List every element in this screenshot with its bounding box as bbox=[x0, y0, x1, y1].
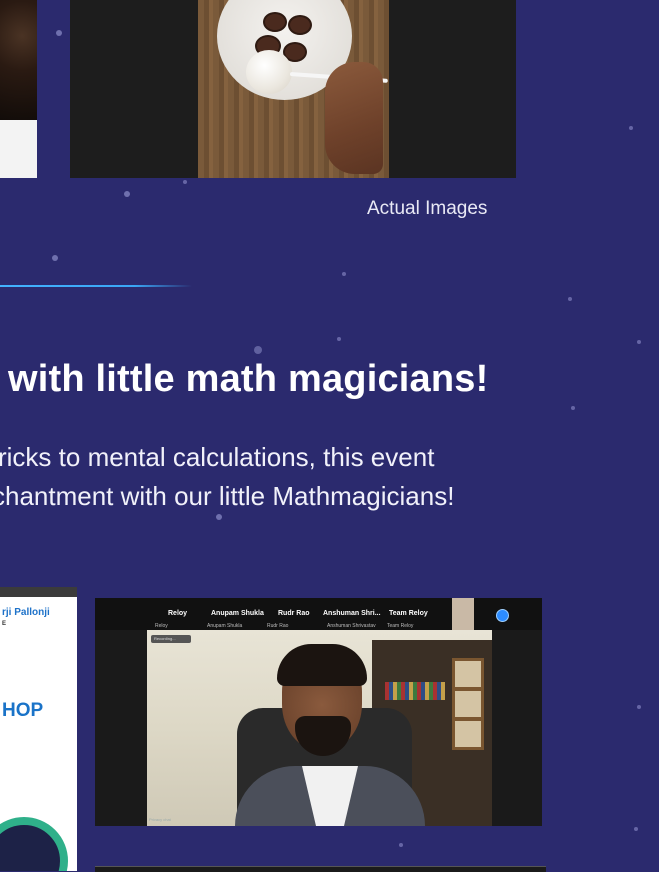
paragraph-line: ricks to mental calculations, this event bbox=[0, 442, 435, 472]
poster-top-strip bbox=[0, 587, 77, 597]
actual-images-caption: Actual Images bbox=[367, 198, 488, 219]
participant-name: Anupam Shukla bbox=[211, 610, 264, 617]
recording-indicator: Recording... bbox=[151, 635, 191, 643]
coffee-beans-image bbox=[0, 0, 37, 178]
cake-pop-image bbox=[70, 0, 516, 178]
participant-name: Rudr Rao bbox=[278, 610, 310, 617]
section-divider bbox=[0, 285, 192, 287]
chocolate-piece bbox=[288, 15, 312, 35]
picture-frame bbox=[452, 688, 484, 720]
paragraph-line: chantment with our little Mathmagicians! bbox=[0, 481, 455, 511]
poster-ring-graphic bbox=[0, 817, 68, 871]
participant-name: Anshuman Shri... bbox=[323, 610, 381, 617]
section-paragraph: ricks to mental calculations, this event… bbox=[0, 438, 454, 516]
fine-print-card bbox=[0, 120, 37, 178]
star-dot bbox=[568, 297, 572, 301]
hand bbox=[325, 62, 383, 174]
star-dot bbox=[342, 272, 346, 276]
next-participants-icon[interactable] bbox=[496, 609, 509, 622]
participant-sub: Anshuman Shrivastav bbox=[327, 623, 376, 629]
star-dot bbox=[629, 126, 633, 130]
section-heading: with little math magicians! bbox=[8, 358, 489, 400]
workshop-poster: rji Pallonji E HOP bbox=[0, 587, 77, 871]
video-call-screenshot: Reloy Reloy Anupam Shukla Anupam Shukla … bbox=[95, 598, 542, 826]
poster-brand-sub: E bbox=[2, 621, 7, 627]
star-dot bbox=[637, 705, 641, 709]
participant-strip: Reloy Reloy Anupam Shukla Anupam Shukla … bbox=[95, 598, 542, 630]
next-image-edge bbox=[95, 866, 546, 872]
participant-sub: Anupam Shukla bbox=[207, 623, 243, 629]
participant-sub: Team Reloy bbox=[387, 623, 414, 629]
star-dot bbox=[254, 346, 262, 354]
cake-pop bbox=[246, 50, 292, 94]
participant-name: Team Reloy bbox=[389, 610, 428, 617]
participant-thumbnail bbox=[452, 598, 474, 630]
chocolate-piece bbox=[263, 12, 287, 32]
picture-frame bbox=[452, 718, 484, 750]
participant-sub: Reloy bbox=[155, 623, 168, 629]
star-dot bbox=[399, 843, 403, 847]
star-dot bbox=[637, 340, 641, 344]
star-dot bbox=[124, 191, 130, 197]
star-dot bbox=[634, 827, 638, 831]
participant-name: Reloy bbox=[168, 610, 188, 617]
speaker-video bbox=[147, 630, 492, 826]
poster-headline: HOP bbox=[2, 700, 44, 721]
privacy-label: Privacy chat bbox=[149, 817, 171, 822]
beans-photo bbox=[0, 0, 37, 120]
star-dot bbox=[52, 255, 58, 261]
star-dot bbox=[183, 180, 187, 184]
picture-frame bbox=[452, 658, 484, 690]
poster-brand: rji Pallonji bbox=[2, 607, 50, 618]
participant-sub: Rudr Rao bbox=[267, 623, 289, 629]
star-dot bbox=[571, 406, 575, 410]
books bbox=[385, 682, 445, 700]
star-dot bbox=[56, 30, 62, 36]
speaker-hair bbox=[277, 644, 367, 686]
star-dot bbox=[337, 337, 341, 341]
